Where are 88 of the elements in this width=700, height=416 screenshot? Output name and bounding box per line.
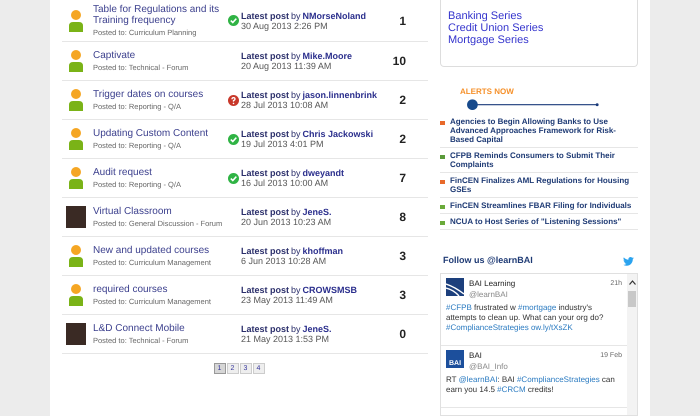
- tweet-link[interactable]: #ComplianceStrategies: [446, 322, 529, 332]
- tweet-link[interactable]: #mortgage: [518, 302, 556, 312]
- reply-count: 1: [399, 12, 406, 30]
- user-icon: [68, 245, 84, 267]
- topic-title-link[interactable]: Captivate: [93, 50, 227, 60]
- user-icon: [68, 284, 84, 306]
- latest-post-label: Latest post: [241, 285, 290, 295]
- author-link[interactable]: CROWSMSB: [302, 285, 358, 295]
- latest-post-label: Latest post: [241, 129, 290, 139]
- by-text: by: [291, 207, 301, 217]
- tweet-link[interactable]: #ComplianceStrategies: [516, 374, 600, 384]
- post-date-text: 23 May 2013 11:49 AM: [241, 295, 334, 305]
- post-date-text: 28 Jul 2013 10:08 AM: [241, 100, 330, 110]
- topic-title-link[interactable]: L&D Connect Mobile: [93, 322, 227, 334]
- author-link[interactable]: Chris Jackowski: [302, 129, 374, 139]
- post-date-text: 30 Aug 2013 2:26 PM: [241, 20, 329, 30]
- topic-title-link[interactable]: Table for Regulations and its Training frequency: [93, 4, 227, 26]
- post-date-text: 6 Jun 2013 10:28 AM: [241, 256, 328, 266]
- tweet-link[interactable]: #CRCM: [497, 384, 526, 394]
- post-date-text: 21 May 2013 1:53 PM: [241, 334, 330, 344]
- by-text: by: [291, 168, 301, 178]
- by-text: by: [291, 129, 301, 139]
- tweet-author-name: BAI Learning: [469, 278, 516, 289]
- post-date-text: 20 Jun 2013 10:23 AM: [241, 217, 332, 227]
- scrollbar[interactable]: [627, 274, 637, 415]
- author-link[interactable]: jason.linnenbrink: [302, 90, 378, 100]
- tweet-handle: @BAI_Info: [469, 360, 509, 372]
- chevron-up-icon[interactable]: [628, 280, 636, 285]
- twitter-follow-title: Follow us @learnBAI: [443, 254, 533, 268]
- author-link[interactable]: NMorseNoland: [302, 10, 366, 20]
- latest-post-label: Latest post: [241, 246, 290, 256]
- by-text: by: [291, 246, 301, 256]
- tweet-handle: @learnBAI: [469, 288, 509, 300]
- latest-post-label: Latest post: [241, 324, 290, 334]
- reply-count: 8: [399, 209, 406, 226]
- tweet-text: #CFPB frustrated w #mortgage industry's attempts to clean up. What can your org do? #ComplianceStrategies ow.ly/tXsZK: [446, 302, 604, 333]
- author-link[interactable]: dweyandt: [302, 168, 344, 178]
- series-link[interactable]: Banking Series: [448, 10, 637, 22]
- tweet-link[interactable]: @learnBAI: [458, 374, 498, 384]
- by-text: by: [291, 285, 301, 295]
- post-date-text: 16 Jul 2013 10:00 AM: [241, 178, 330, 188]
- user-icon: [68, 89, 84, 111]
- scrollbar-thumb[interactable]: [628, 290, 636, 307]
- user-icon: [68, 10, 84, 32]
- topic-title-link[interactable]: Virtual Classroom: [93, 206, 227, 216]
- by-text: by: [291, 90, 301, 100]
- by-text: by: [291, 10, 301, 20]
- topic-title-link[interactable]: Audit request: [93, 166, 227, 178]
- alert-link[interactable]: Agencies to Begin Allowing Banks to Use Advanced Approaches Framework for Risk-Based Capital: [450, 117, 638, 144]
- author-link[interactable]: Mike.Moore: [302, 51, 352, 61]
- reply-count: 2: [399, 131, 406, 148]
- topic-title-link[interactable]: Updating Custom Content: [93, 128, 227, 138]
- tweet-text: RT @learnBAI: BAI #ComplianceStrategies can earn you 14.5 #CRCM credits!: [446, 374, 616, 395]
- series-link[interactable]: Credit Union Series: [448, 22, 637, 34]
- tweet-author-name: BAI: [469, 350, 482, 361]
- user-icon: [68, 128, 84, 150]
- author-link[interactable]: JeneS.: [302, 207, 332, 217]
- reply-count: 2: [399, 92, 406, 109]
- latest-post-label: Latest post: [241, 90, 290, 100]
- tweet-link[interactable]: ow.ly/tXsZK: [530, 322, 573, 332]
- post-date-text: 19 Jul 2013 4:01 PM: [241, 139, 325, 149]
- topic-title-link[interactable]: New and updated courses: [93, 244, 227, 256]
- bird-icon: [623, 256, 634, 266]
- latest-post-label: Latest post: [241, 10, 290, 20]
- reply-count: 10: [392, 53, 406, 70]
- alert-link[interactable]: FinCEN Finalizes AML Regulations for Housing GSEs: [450, 176, 638, 194]
- alert-link[interactable]: FinCEN Streamlines FBAR Filing for Individuals: [450, 201, 632, 210]
- latest-post-label: Latest post: [241, 207, 290, 217]
- reply-count: 7: [399, 170, 406, 187]
- reply-count: 0: [399, 326, 406, 343]
- author-link[interactable]: JeneS.: [302, 324, 332, 334]
- author-link[interactable]: khoffman: [302, 246, 344, 256]
- alert-link[interactable]: CFPB Reminds Consumers to Submit Their Complaints: [450, 151, 638, 170]
- post-date-text: 20 Aug 2013 11:39 AM: [241, 61, 332, 71]
- user-icon: [68, 167, 84, 189]
- reply-count: 3: [399, 287, 406, 304]
- latest-post-label: Latest post: [241, 168, 290, 178]
- series-link[interactable]: Mortgage Series: [448, 34, 637, 46]
- by-text: by: [291, 324, 301, 334]
- tweet-link[interactable]: #CFPB: [446, 302, 472, 312]
- by-text: by: [291, 51, 301, 61]
- topic-title-link[interactable]: Trigger dates on courses: [93, 88, 227, 100]
- topic-title-link[interactable]: required courses: [93, 284, 227, 294]
- alert-link[interactable]: NCUA to Host Series of "Listening Sessions": [450, 217, 622, 226]
- alerts-title: ALERTS NOW: [460, 86, 515, 98]
- reply-count: 3: [399, 248, 406, 265]
- user-icon: [68, 50, 84, 72]
- latest-post-label: Latest post: [241, 51, 290, 61]
